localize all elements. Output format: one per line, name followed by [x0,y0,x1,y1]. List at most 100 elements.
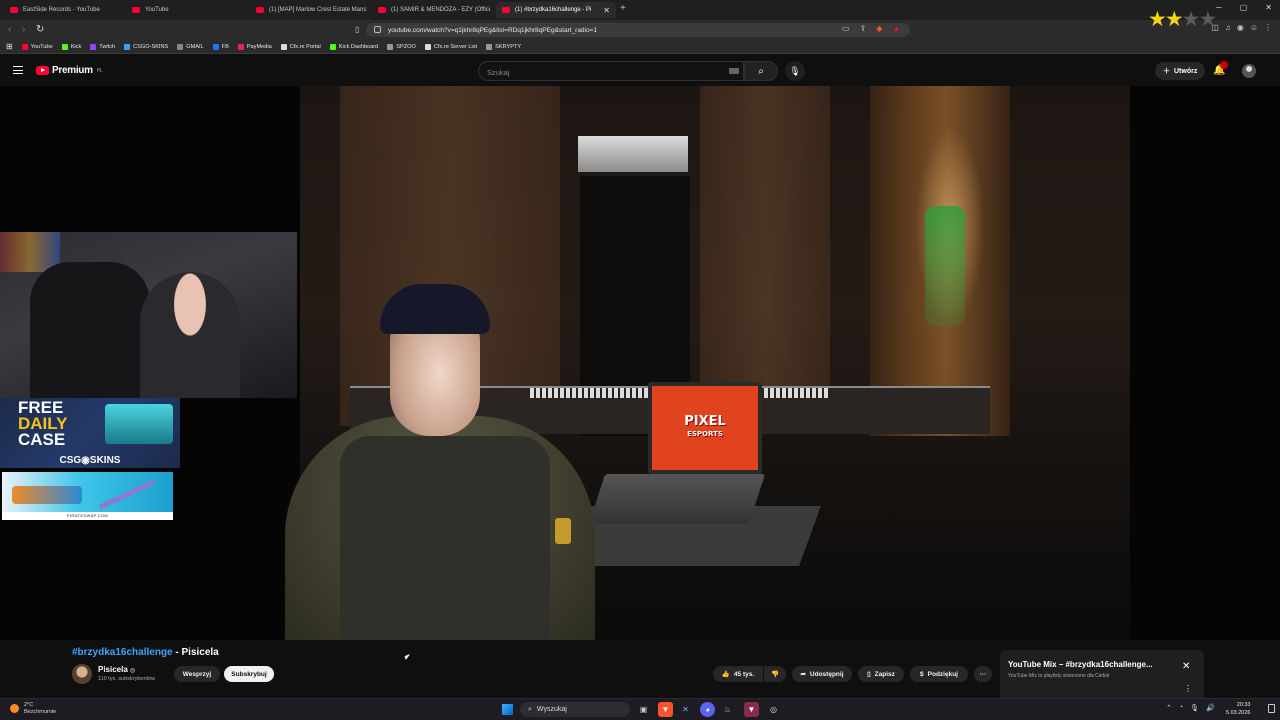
youtube-mix-panel[interactable]: YouTube Mix – #brzydka16challenge... You… [1000,650,1204,700]
hamburger-menu-icon[interactable] [13,66,23,74]
share-page-icon[interactable]: ⇪ [860,24,867,33]
extension-icon[interactable]: ◉ [1237,23,1244,32]
account-avatar[interactable] [1242,64,1256,78]
mix-title[interactable]: YouTube Mix – #brzydka16challenge... [1008,660,1178,669]
bookmarks-bar: ⊞ YouTube Kick Twitch CSGO-SKINS GMAIL F… [0,40,1280,54]
bookmark-twitch[interactable]: Twitch [90,43,115,50]
tab-youtube[interactable]: YouTube [126,2,246,18]
rating-stars[interactable]: ★★★★ [1148,8,1217,31]
bookmark-cfx-portal[interactable]: Cfx.re Portal [280,43,321,50]
bookmark-youtube[interactable]: YouTube [21,43,53,50]
more-vertical-icon[interactable]: ⋮ [1184,684,1192,693]
app-icon[interactable]: ◎ [766,702,781,717]
kick-icon [61,43,68,50]
close-icon[interactable]: ✕ [1182,661,1190,672]
cast-icon[interactable]: ▭ [842,24,850,33]
youtube-premium-logo[interactable]: Premium PL [36,65,103,76]
video-player[interactable]: PIXEL ESPORTS FREE DAILY CASE CSG◉SKINS … [0,86,1280,640]
steam-icon[interactable]: ♨ [720,702,735,717]
network-icon[interactable]: ◔ [1179,704,1183,712]
obs-icon[interactable]: ▼ [744,702,759,717]
bookmark-kick[interactable]: Kick [61,43,81,50]
plus-icon: ＋ [1163,68,1170,75]
share-button[interactable]: ➦ Udostępnij [792,666,852,682]
forward-icon[interactable]: › [22,24,25,35]
bookmark-spzoo[interactable]: SPZOO [387,43,416,50]
star-icon[interactable]: ★ [1165,8,1184,31]
reload-icon[interactable]: ↻ [36,24,44,35]
discord-icon[interactable]: ◕ [700,702,715,717]
close-tab-icon[interactable]: ✕ [603,6,610,15]
voice-search-button[interactable]: 🎙 [785,61,805,81]
bookmark-fb[interactable]: FB [212,43,229,50]
taskbar-search[interactable]: ⌕ Wyszukaj [520,702,630,717]
close-window-icon[interactable]: ✕ [1265,3,1272,12]
bookmark-cfx-server-list[interactable]: Cfx.re Server List [424,43,477,50]
like-button[interactable]: 👍 45 tys. [713,666,763,682]
time: 20:33 [1236,702,1251,708]
tab-samir-mendoza[interactable]: (1) SAMIR & MENDOZA - EZY (Offici [372,2,492,18]
support-button[interactable]: Wesprzyj [174,666,220,682]
star-icon[interactable]: ★ [1182,8,1201,31]
character-vest [340,436,550,640]
windows-start-icon[interactable] [502,704,513,715]
create-button[interactable]: ＋ Utwórz [1155,62,1206,80]
pixel-esports-logo: PIXEL ESPORTS [684,414,726,438]
apps-grid-icon[interactable]: ⊞ [6,42,13,51]
tab-map-marlow[interactable]: (1) [MAP] Marlow Crest Estate Mans [250,2,368,18]
bookmark-csgo-skins[interactable]: CSGO-SKINS [124,43,168,50]
search-icon: ⌕ [758,65,764,77]
tab-eastside[interactable]: EastSide Records - YouTube [4,2,122,18]
logo-text: Premium [52,65,93,76]
address-bar-row: ‹ › ↻ ▯ youtube.com/watch?v=q1jkhr8qPEg&… [0,20,1280,40]
channel-avatar[interactable] [72,664,92,684]
thanks-button[interactable]: $ Podziękuj [910,666,968,682]
thumbs-down-icon: 👎 [770,671,780,678]
volume-icon[interactable]: 🔊 [1206,704,1215,712]
extension-icon[interactable]: ◫ [1211,23,1219,32]
task-view-icon[interactable]: ▣ [636,702,651,717]
bookmark-icon[interactable]: ▯ [355,25,359,34]
star-icon[interactable]: ★ [1148,8,1167,31]
url-text: youtube.com/watch?v=q1jkhr8qPEg&list=RDq… [388,26,598,34]
chevron-up-icon[interactable]: ⌃ [1166,704,1172,712]
maximize-icon[interactable]: ▢ [1240,3,1248,12]
profile-icon[interactable]: ☺ [1250,23,1258,32]
weather-widget[interactable]: 2°C Bezchmurnie [10,702,56,716]
bookmark-gmail[interactable]: GMAIL [177,43,204,50]
thanks-dollar-icon: $ [920,670,924,678]
site-info-icon[interactable] [374,26,381,33]
windows-taskbar: 2°C Bezchmurnie ⌕ Wyszukaj ▣ ▼ ✕ ◕ ♨ ▼ ◎… [0,698,1280,720]
tab-brzydka16challenge[interactable]: (1) #brzydka16challenge - Pi ✕ [496,2,616,18]
xbox-icon[interactable]: ✕ [678,702,693,717]
bookmark-paymedia[interactable]: PayMedia [237,43,272,50]
dislike-button[interactable]: 👎 [764,666,786,682]
extension-shield-icon[interactable]: ◆ [876,24,882,33]
extension-icon[interactable]: ♫ [1225,23,1231,32]
cfx-icon [424,43,431,50]
save-button[interactable]: ▯ Zapisz [858,666,904,682]
folder-icon [387,43,394,50]
url-input[interactable]: youtube.com/watch?v=q1jkhr8qPEg&list=RDq… [366,23,910,37]
subscribe-button[interactable]: Subskrybuj [224,666,274,682]
back-icon[interactable]: ‹ [8,24,11,35]
search-button[interactable]: ⌕ [744,61,778,81]
minimize-icon[interactable]: ─ [1216,3,1222,12]
channel-name[interactable]: Pisicela ◎ [98,665,135,674]
keyboard-icon[interactable] [729,68,739,74]
clock[interactable]: 20:33 5.03.2026 [1226,701,1250,717]
bookmark-skrypty[interactable]: SKRYPTY [486,43,521,50]
bookmark-kick-dashboard[interactable]: Kick Dashboard [329,43,378,50]
microphone-tray-icon[interactable]: 🎙 [1190,704,1199,712]
hashtag-link[interactable]: #brzydka16challenge [72,647,173,658]
notification-center-icon[interactable] [1268,704,1275,713]
menu-icon[interactable]: ⋮ [1264,23,1272,32]
new-tab-button[interactable]: + [620,3,626,14]
search-input[interactable]: Szukaj [478,61,744,81]
more-actions-button[interactable]: ··· [974,666,992,682]
laptop-keyboard [588,474,766,524]
brave-browser-icon[interactable]: ▼ [658,702,673,717]
video-title: #brzydka16challenge - Pisicela [72,647,219,658]
extension-alert-icon[interactable]: ▲ [892,24,900,33]
date: 5.03.2026 [1226,710,1251,716]
